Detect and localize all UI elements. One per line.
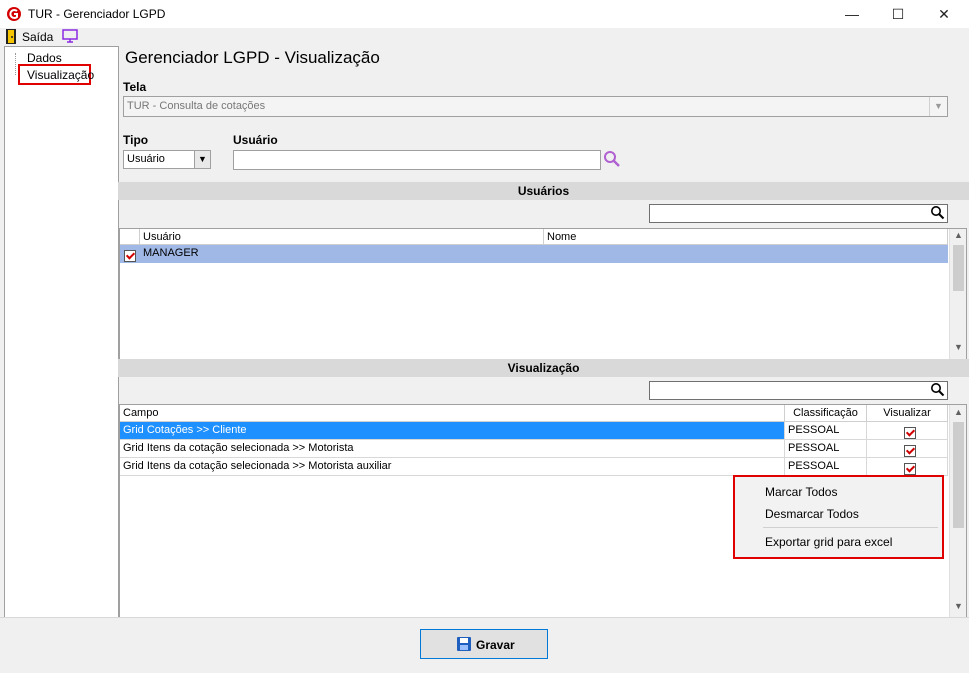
navigation-tree: Dados Visualização — [4, 46, 119, 618]
visualizacao-scroll-up-icon[interactable]: ▲ — [950, 407, 966, 417]
usuarios-filter-search-icon[interactable] — [930, 205, 945, 220]
visualizacao-filter-input[interactable] — [649, 381, 948, 400]
maximize-button[interactable]: ☐ — [875, 0, 921, 28]
visualizacao-row-classificacao: PESSOAL — [785, 422, 867, 440]
tipo-dropdown-icon[interactable]: ▼ — [194, 151, 210, 168]
title-bar: TUR - Gerenciador LGPD — ☐ ✕ — [0, 0, 969, 29]
visualizacao-row-campo: Grid Itens da cotação selecionada >> Mot… — [120, 458, 785, 476]
page-title: Gerenciador LGPD - Visualização — [125, 48, 380, 67]
visualizacao-scrollbar[interactable]: ▲ ▼ — [949, 405, 966, 617]
usuario-label: Usuário — [233, 133, 278, 147]
usuarios-section-header: Usuários — [118, 182, 969, 200]
footer-divider — [0, 617, 969, 618]
tipo-value: Usuário — [127, 153, 165, 165]
tipo-label: Tipo — [123, 133, 149, 147]
window-title: TUR - Gerenciador LGPD — [28, 7, 166, 21]
table-row[interactable]: Grid Itens da cotação selecionada >> Mot… — [120, 458, 948, 476]
visualizacao-row-visualizar-cell — [867, 422, 948, 440]
menu-item-exportar-excel[interactable]: Exportar grid para excel — [765, 535, 892, 549]
usuarios-grid: Usuário Nome MANAGER ▲ ▼ — [119, 228, 967, 361]
visualizacao-row-classificacao: PESSOAL — [785, 458, 867, 476]
usuarios-scroll-up-icon[interactable]: ▲ — [950, 230, 966, 240]
monitor-icon[interactable] — [62, 29, 78, 44]
visualizacao-col-visualizar[interactable]: Visualizar — [867, 405, 948, 422]
exit-door-icon — [6, 29, 16, 44]
visualizacao-row-classificacao: PESSOAL — [785, 440, 867, 458]
exit-label: Saída — [22, 30, 54, 44]
maximize-icon: ☐ — [891, 6, 905, 22]
usuarios-scroll-down-icon[interactable]: ▼ — [950, 342, 966, 352]
tela-label: Tela — [123, 80, 147, 94]
minimize-icon: — — [845, 6, 859, 22]
usuarios-grid-check-header — [120, 229, 140, 245]
menu-separator — [763, 527, 938, 528]
visualizar-checkbox[interactable] — [904, 445, 916, 457]
visualizacao-row-campo: Grid Cotações >> Cliente — [120, 422, 785, 440]
usuarios-section-title: Usuários — [517, 184, 570, 198]
tela-dropdown-icon[interactable]: ▼ — [929, 97, 947, 116]
exit-button[interactable]: Saída — [4, 28, 54, 45]
visualizacao-row-campo: Grid Itens da cotação selecionada >> Mot… — [120, 440, 785, 458]
usuarios-filter-input[interactable] — [649, 204, 948, 223]
usuario-input[interactable] — [233, 150, 601, 170]
table-row[interactable]: MANAGER — [120, 245, 948, 263]
close-button[interactable]: ✕ — [921, 0, 967, 28]
usuarios-row-checkbox[interactable] — [124, 249, 136, 262]
grid-context-menu: Marcar Todos Desmarcar Todos Exportar gr… — [733, 475, 944, 559]
visualizacao-scroll-down-icon[interactable]: ▼ — [950, 601, 966, 611]
table-row[interactable]: Grid Itens da cotação selecionada >> Mot… — [120, 440, 948, 458]
visualizacao-section-header: Visualização — [118, 359, 969, 377]
usuarios-scrollbar[interactable]: ▲ ▼ — [949, 229, 966, 360]
close-icon: ✕ — [938, 6, 950, 22]
tree-item-visualizacao[interactable]: Visualização — [27, 68, 94, 82]
table-row[interactable]: Grid Cotações >> Cliente PESSOAL — [120, 422, 948, 440]
menu-item-desmarcar-todos[interactable]: Desmarcar Todos — [765, 507, 859, 521]
menu-item-marcar-todos[interactable]: Marcar Todos — [765, 485, 837, 499]
visualizacao-section-title: Visualização — [507, 361, 580, 375]
visualizar-checkbox[interactable] — [904, 427, 916, 439]
save-button[interactable]: Gravar — [420, 629, 548, 659]
visualizacao-col-classificacao[interactable]: Classificação — [785, 405, 867, 422]
toolbar: Saída — [0, 28, 969, 46]
tela-value: TUR - Consulta de cotações — [127, 100, 266, 112]
visualizacao-row-visualizar-cell — [867, 440, 948, 458]
usuarios-row-usuario: MANAGER — [143, 247, 199, 259]
usuario-search-icon[interactable] — [603, 150, 621, 168]
visualizacao-row-visualizar-cell — [867, 458, 948, 476]
usuarios-col-nome[interactable]: Nome — [544, 229, 948, 245]
visualizar-checkbox[interactable] — [904, 463, 916, 475]
visualizacao-col-campo[interactable]: Campo — [120, 405, 785, 422]
save-floppy-icon — [457, 637, 471, 651]
app-logo-icon — [7, 7, 21, 21]
tree-item-dados[interactable]: Dados — [27, 51, 62, 65]
tela-select[interactable]: TUR - Consulta de cotações ▼ — [123, 96, 948, 117]
tree-connector — [15, 53, 17, 75]
save-label: Gravar — [476, 638, 515, 652]
usuarios-scroll-thumb[interactable] — [953, 245, 964, 291]
minimize-button[interactable]: — — [829, 0, 875, 28]
visualizacao-scroll-thumb[interactable] — [953, 422, 964, 528]
tipo-select[interactable]: Usuário ▼ — [123, 150, 211, 169]
visualizacao-filter-search-icon[interactable] — [930, 382, 945, 397]
usuarios-col-usuario[interactable]: Usuário — [140, 229, 544, 245]
